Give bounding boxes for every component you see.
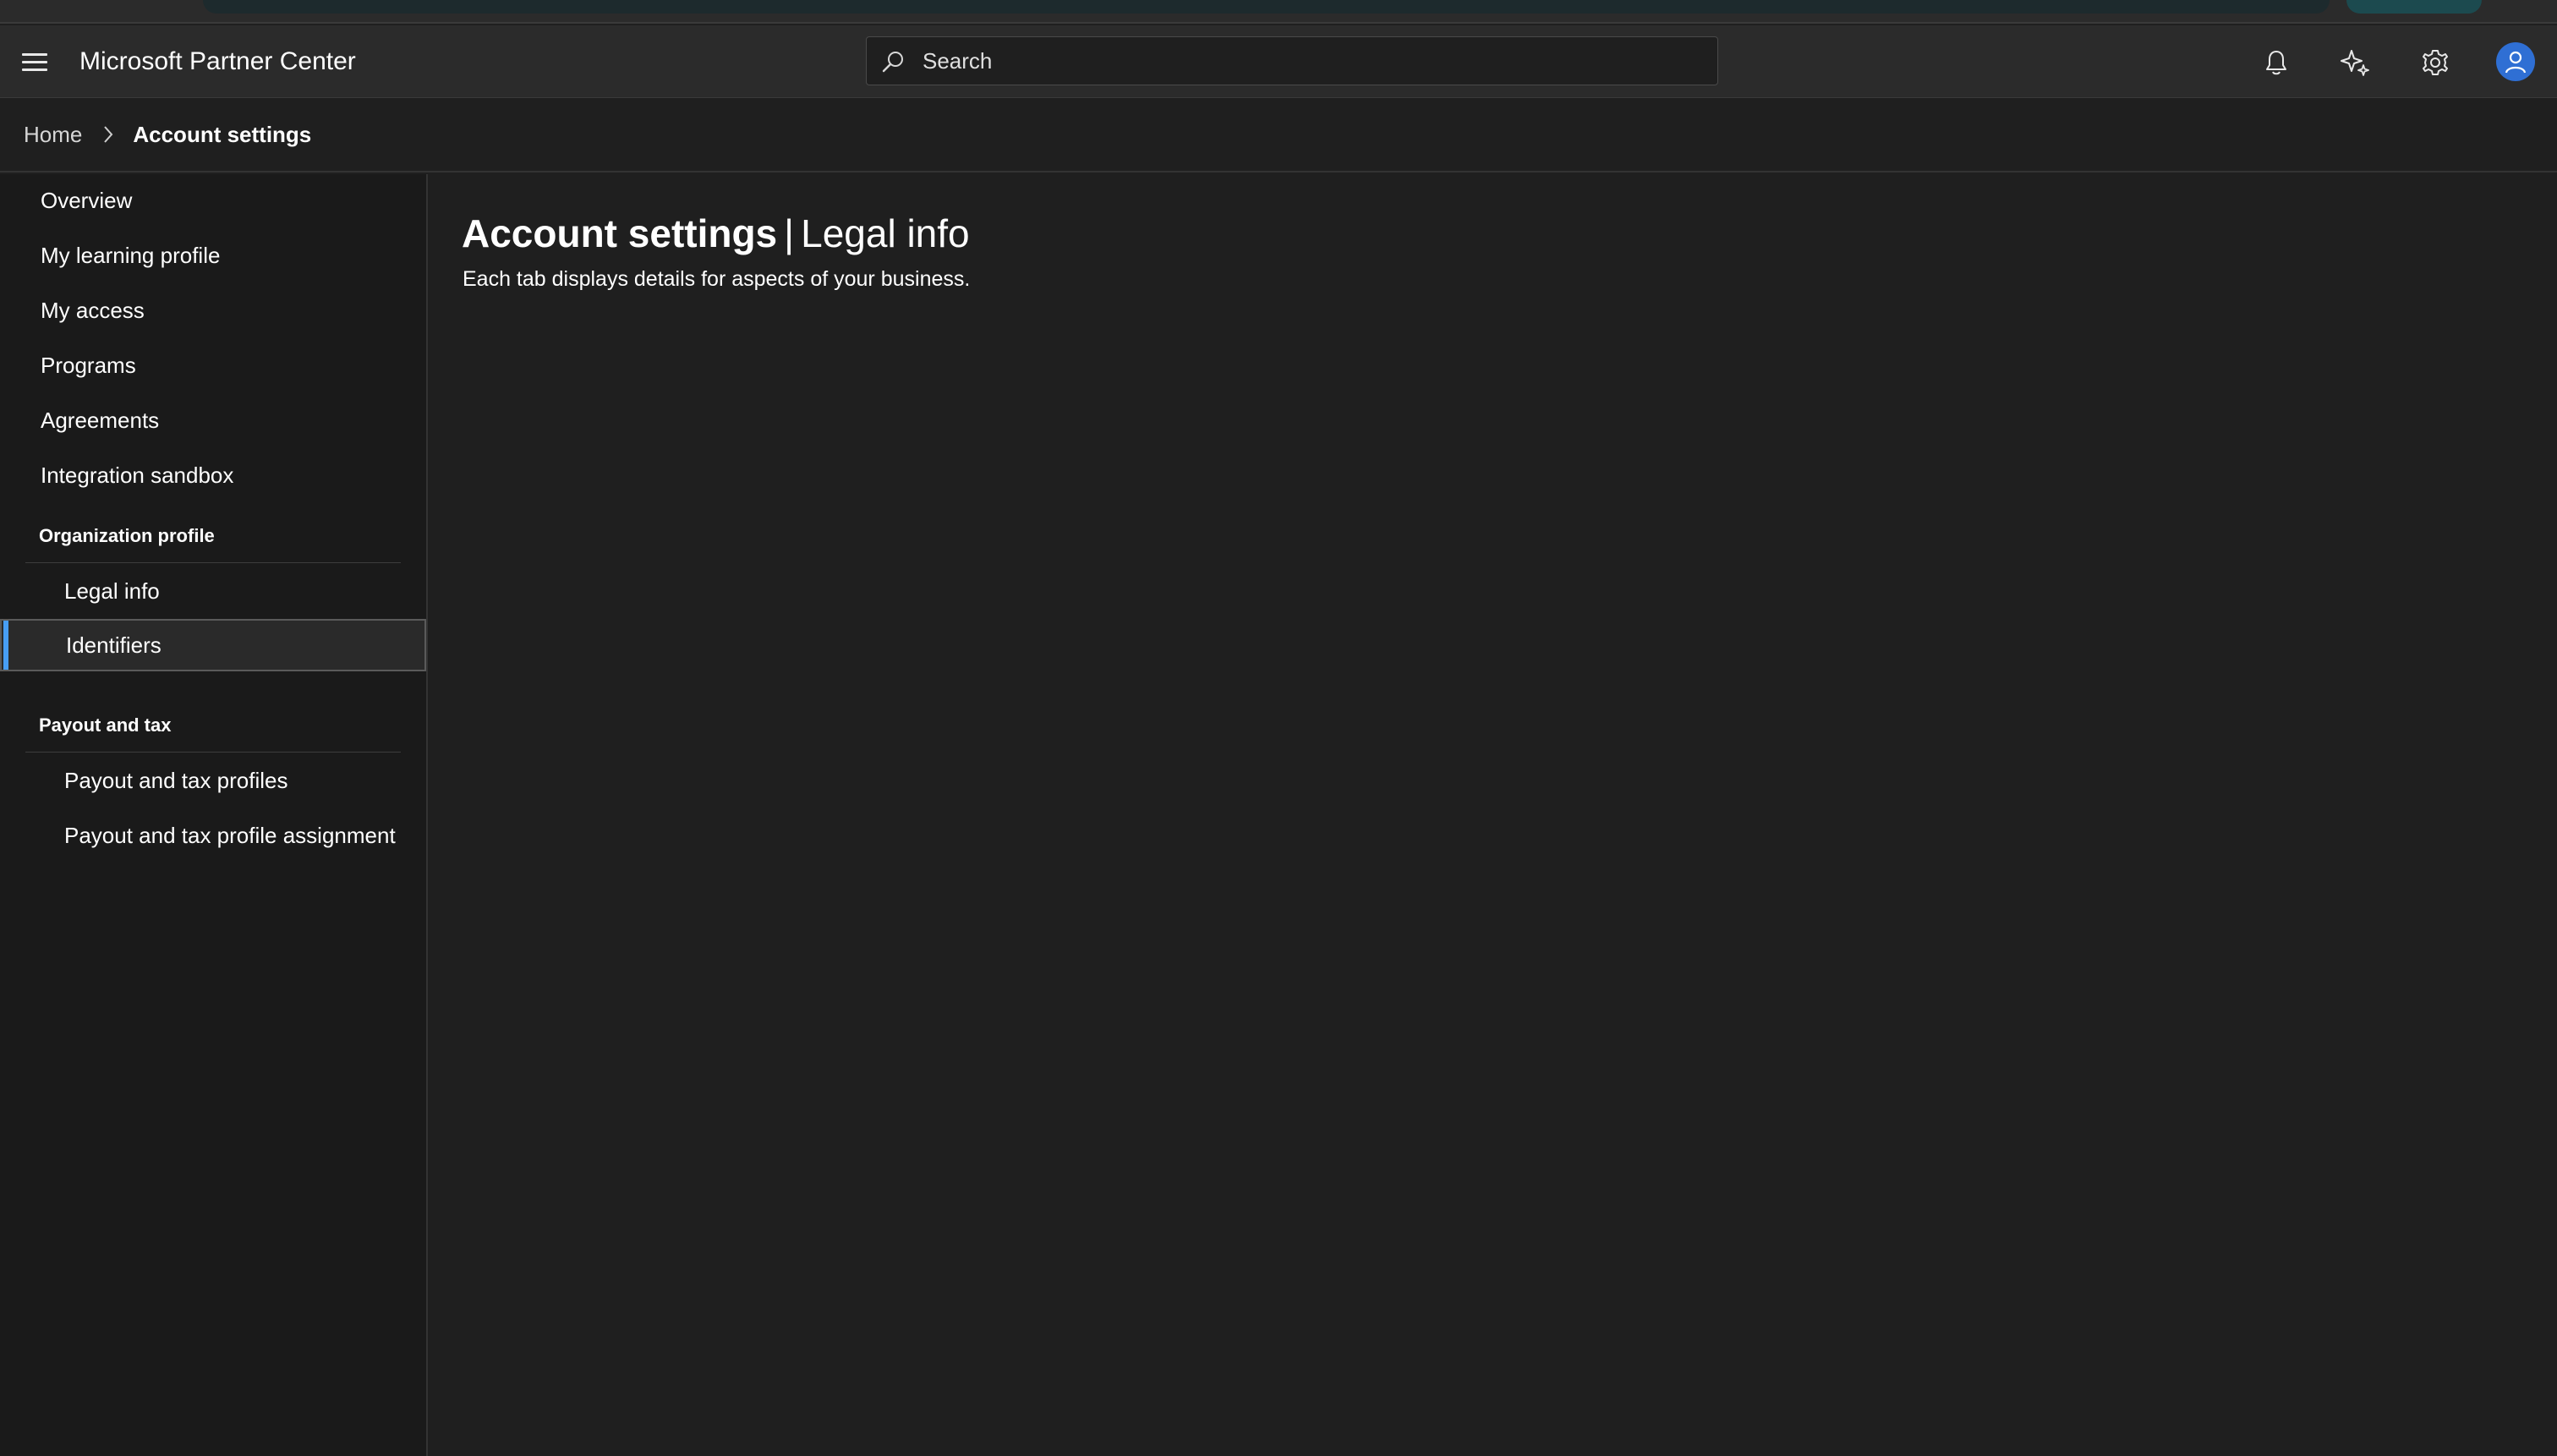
search-input[interactable] (921, 37, 1699, 85)
sidebar-item-overview[interactable]: Overview (0, 174, 426, 227)
chevron-right-icon (102, 125, 114, 144)
breadcrumb-home-link[interactable]: Home (24, 122, 82, 148)
section-divider (25, 562, 401, 563)
breadcrumb: Home Account settings (0, 98, 2557, 172)
main-content: Account settings | Legal info Each tab dis… (430, 174, 2557, 1456)
browser-strip (0, 0, 2557, 24)
sidebar-item-payout-and-tax-profile-assignment[interactable]: Payout and tax profile assignment (0, 809, 426, 862)
page-title-separator: | (784, 211, 795, 255)
menu-icon[interactable] (22, 47, 51, 76)
sidebar-item-my-access[interactable]: My access (0, 284, 426, 337)
sidebar-item-integration-sandbox[interactable]: Integration sandbox (0, 449, 426, 501)
page-title-subtitle: Legal info (801, 211, 970, 255)
sidebar-item-agreements[interactable]: Agreements (0, 394, 426, 446)
sidebar-item-my-learning-profile[interactable]: My learning profile (0, 229, 426, 282)
search-box[interactable] (866, 36, 1718, 85)
settings-gear-icon[interactable] (2417, 44, 2454, 81)
top-header: Microsoft Partner Center (0, 25, 2557, 98)
page-title: Account settings | Legal info (462, 208, 970, 259)
page-title-main: Account settings (462, 211, 778, 255)
sidebar-item-programs[interactable]: Programs (0, 339, 426, 391)
person-icon (2505, 51, 2527, 74)
copilot-sparkle-icon[interactable] (2337, 44, 2374, 81)
notifications-bell-icon[interactable] (2258, 44, 2295, 81)
sidebar-item-payout-and-tax-profiles[interactable]: Payout and tax profiles (0, 754, 426, 807)
sidebar-item-identifiers[interactable]: Identifiers (0, 619, 426, 671)
section-divider (25, 752, 401, 753)
app-title[interactable]: Microsoft Partner Center (79, 46, 356, 78)
sidebar-section-organization-profile: Organization profile (39, 525, 215, 546)
search-icon (882, 52, 903, 73)
page-description: Each tab displays details for aspects of… (463, 267, 971, 291)
sidebar-nav: Overview My learning profile My access P… (0, 174, 428, 1456)
sidebar-item-legal-info[interactable]: Legal info (0, 565, 426, 617)
sidebar-section-payout-and-tax: Payout and tax (39, 714, 172, 736)
user-avatar[interactable] (2496, 42, 2535, 81)
browser-profile-button[interactable] (2346, 0, 2482, 14)
breadcrumb-current: Account settings (133, 121, 312, 147)
address-bar[interactable] (203, 0, 2330, 14)
